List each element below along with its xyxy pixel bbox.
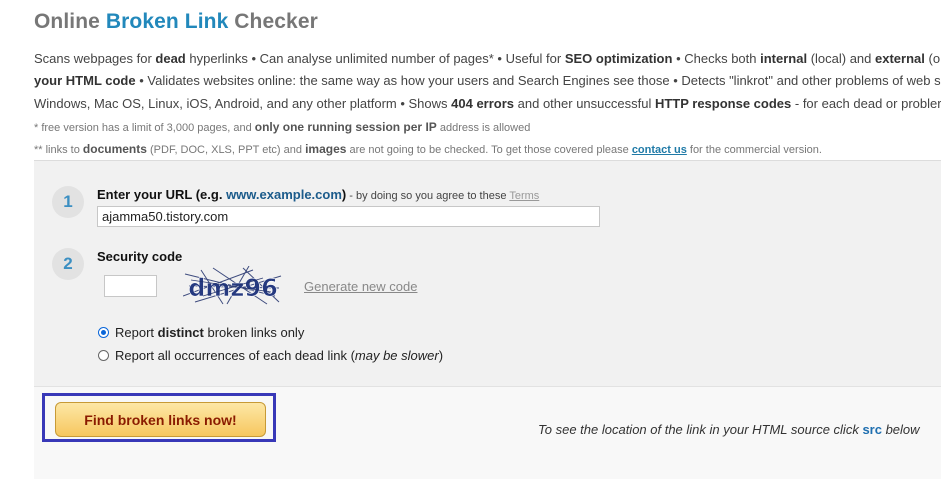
footnote-limit: * free version has a limit of 3,000 page… (34, 120, 530, 134)
desc-bold: SEO optimization (564, 51, 673, 66)
desc-text: Scans webpages for (34, 51, 156, 66)
desc-text: (local) and (807, 51, 875, 66)
url-label-text: Enter your URL (e.g. (97, 187, 227, 202)
option-italic: may be slower (354, 348, 439, 363)
desc-text: and other unsuccessful (514, 96, 655, 111)
desc-bold: dead (155, 51, 186, 66)
find-broken-links-button[interactable]: Find broken links now! (55, 402, 266, 437)
step-1-badge: 1 (52, 186, 84, 218)
contact-us-link[interactable]: contact us (632, 144, 687, 156)
note-text: * free version has a limit of 3,000 page… (34, 122, 255, 134)
generate-new-code-link[interactable]: Generate new code (304, 279, 417, 294)
hint-src: src (862, 422, 882, 437)
page-title: Online Broken Link Checker (34, 10, 318, 34)
note-text: for the commercial version. (686, 144, 822, 156)
hint-text: To see the location of the link in your … (538, 422, 863, 437)
option-all-occurrences[interactable]: Report all occurrences of each dead link… (98, 348, 443, 363)
option-distinct[interactable]: Report distinct broken links only (98, 325, 304, 340)
security-code-input[interactable] (104, 275, 157, 297)
note-text: ** links to (34, 144, 83, 156)
note-text: address is allowed (436, 122, 531, 134)
url-example: www.example.com (226, 187, 342, 202)
desc-bold: internal (760, 51, 808, 66)
desc-text: - for each dead or probler (791, 96, 941, 111)
description-line-1: Scans webpages for dead hyperlinks • Can… (34, 51, 940, 66)
note-bold: only one running session per IP (254, 120, 437, 134)
note-text: (PDF, DOC, XLS, PPT etc) and (146, 144, 306, 156)
title-prefix: Online (34, 10, 100, 33)
desc-bold: 404 errors (451, 96, 515, 111)
step-2-badge: 2 (52, 248, 84, 280)
url-label: Enter your URL (e.g. www.example.com) - … (97, 187, 539, 202)
desc-text: Windows, Mac OS, Linux, iOS, Android, an… (34, 96, 452, 111)
security-code-label: Security code (97, 249, 183, 264)
terms-link[interactable]: Terms (509, 190, 539, 202)
desc-text: • Validates websites online: the same wa… (135, 73, 941, 88)
description-line-3: Windows, Mac OS, Linux, iOS, Android, an… (34, 96, 941, 111)
note-text: are not going to be checked. To get thos… (346, 144, 632, 156)
desc-bold: your HTML code (34, 73, 136, 88)
footnote-documents: ** links to documents (PDF, DOC, XLS, PP… (34, 142, 822, 156)
src-hint: To see the location of the link in your … (538, 422, 920, 437)
option-bold: distinct (157, 325, 204, 340)
captcha-image: dmz96 (183, 266, 282, 305)
note-bold: documents (82, 142, 147, 156)
note-bold: images (305, 142, 347, 156)
desc-text: (o (924, 51, 941, 66)
desc-bold: HTTP response codes (654, 96, 792, 111)
title-suffix: Checker (234, 10, 318, 33)
option-text: Report (115, 325, 158, 340)
desc-text: • Checks both (672, 51, 761, 66)
radio-all-occurrences[interactable] (98, 350, 109, 361)
desc-bold: external (875, 51, 925, 66)
captcha-text: dmz96 (188, 274, 278, 302)
terms-notice: - by doing so you agree to these (346, 190, 510, 202)
url-input[interactable] (97, 206, 600, 227)
radio-distinct[interactable] (98, 327, 109, 338)
option-text: Report all occurrences of each dead link… (115, 348, 355, 363)
description-line-2: your HTML code • Validates websites onli… (34, 73, 941, 88)
option-text: broken links only (203, 325, 305, 340)
desc-text: hyperlinks • Can analyse unlimited numbe… (185, 51, 565, 66)
title-accent: Broken Link (105, 10, 229, 33)
option-text: ) (438, 348, 444, 363)
hint-text: below (881, 422, 920, 437)
